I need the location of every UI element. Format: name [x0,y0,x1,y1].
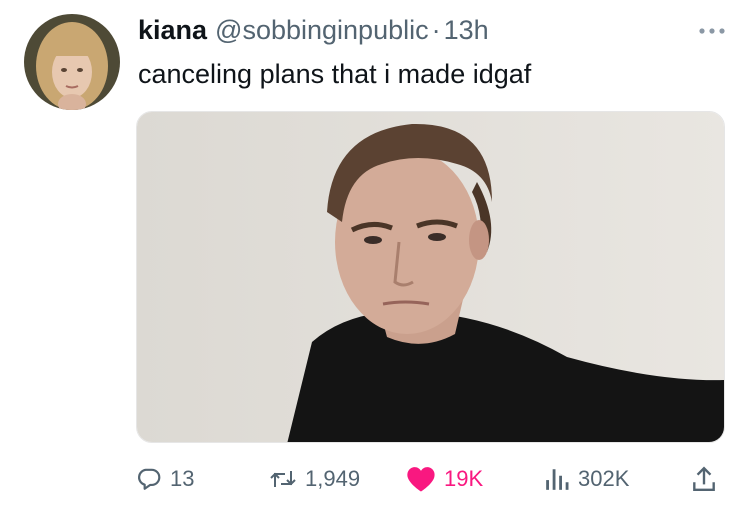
author-handle[interactable]: @sobbinginpublic [215,15,429,46]
like-count: 19K [444,466,484,491]
heart-icon [407,467,435,492]
reply-button[interactable]: 13 [136,459,194,499]
views-chart-icon [546,469,569,490]
more-options-button[interactable] [692,18,732,44]
author-display-name[interactable]: kiana [138,15,207,46]
views-button[interactable]: 302K [544,459,629,499]
views-count: 302K [578,466,630,491]
tweet-text: canceling plans that i made idgaf [138,59,532,89]
tweet-media-photo[interactable] [136,111,725,443]
separator-dot: · [431,14,441,45]
reply-count: 13 [170,466,195,491]
reply-icon [138,468,161,490]
tweet-actions-bar: 13 1,949 19K 302K [136,459,736,499]
avatar[interactable] [24,14,120,110]
retweet-button[interactable]: 1,949 [269,459,360,499]
more-horizontal-icon [699,28,725,34]
retweet-icon [270,471,296,487]
share-icon [693,466,715,491]
retweet-count: 1,949 [305,466,361,491]
tweet-header: kiana @sobbinginpublic · 13h [138,12,489,48]
tweet-timestamp[interactable]: 13h [444,15,489,46]
share-button[interactable] [691,459,717,499]
like-button[interactable]: 19K [406,459,483,499]
